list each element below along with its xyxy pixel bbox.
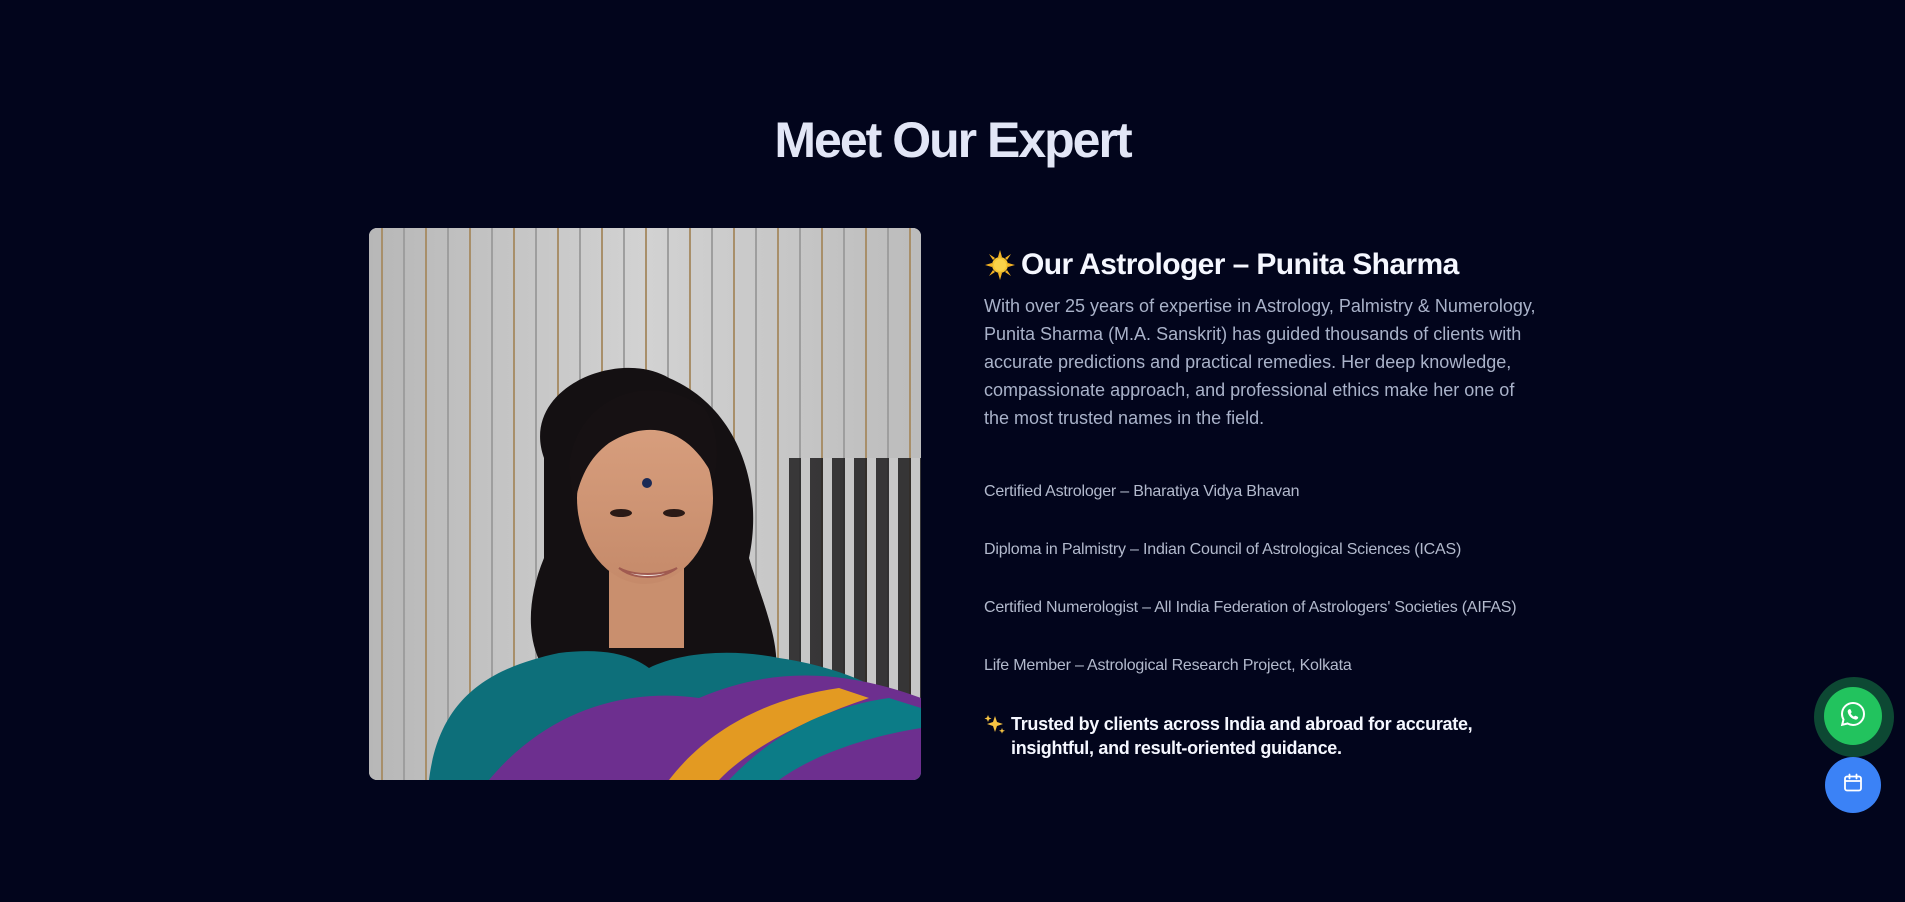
credential-item: Certified Numerologist – All India Feder… [984, 599, 1517, 616]
trusted-text: Trusted by clients across India and abro… [1011, 714, 1473, 758]
astrologer-info: Our Astrologer – Punita Sharma With over… [984, 244, 1564, 760]
portrait-image [369, 228, 921, 780]
calendar-button[interactable] [1825, 757, 1881, 813]
credentials-list: Certified Astrologer – Bharatiya Vidya B… [984, 482, 1564, 714]
astrologer-bio: With over 25 years of expertise in Astro… [984, 296, 1536, 428]
whatsapp-button[interactable] [1824, 687, 1882, 745]
section-title: Meet Our Expert [774, 112, 1132, 168]
sparkles-icon [984, 713, 1006, 735]
astrologer-photo [369, 228, 921, 780]
whatsapp-icon [1839, 700, 1867, 733]
credential-item: Certified Astrologer – Bharatiya Vidya B… [984, 483, 1300, 500]
astrologer-heading: Our Astrologer – Punita Sharma [984, 244, 1564, 286]
sun-icon [984, 249, 1016, 281]
calendar-icon [1842, 772, 1864, 799]
trusted-note: Trusted by clients across India and abro… [984, 712, 1504, 760]
credential-item: Diploma in Palmistry – Indian Council of… [984, 541, 1462, 558]
credential-item: Life Member – Astrological Research Proj… [984, 657, 1352, 674]
astrologer-heading-text: Our Astrologer – Punita Sharma [1021, 248, 1459, 281]
meet-our-expert-section: Meet Our Expert Our Astrologer – Punita … [0, 0, 1905, 902]
